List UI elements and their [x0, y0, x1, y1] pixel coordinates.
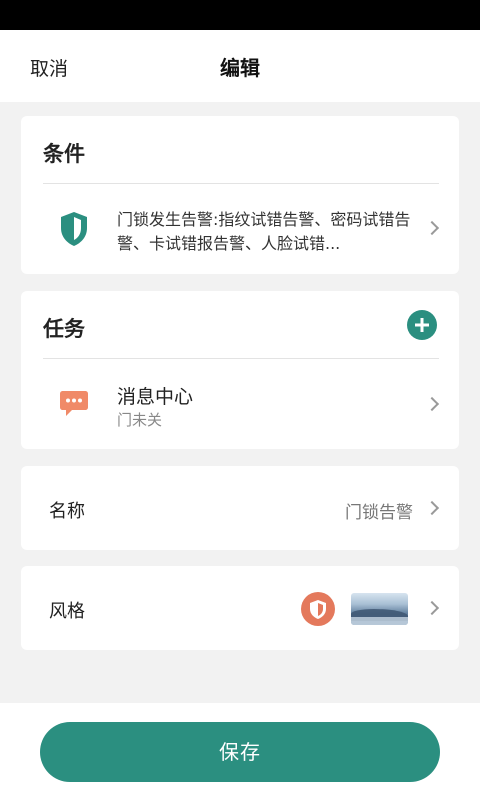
- condition-card: 条件 门锁发生告警:指纹试错告警、密码试错告警、卡试错报告警、人脸试错...: [21, 116, 459, 274]
- condition-section-title: 条件: [43, 142, 85, 166]
- name-row[interactable]: 名称 门锁告警: [21, 466, 459, 550]
- task-item-subtitle: 门未关: [117, 411, 163, 429]
- page-title: 编辑: [220, 56, 260, 80]
- landscape-thumbnail[interactable]: [351, 593, 408, 625]
- shield-icon: [61, 212, 87, 246]
- save-button[interactable]: 保存: [40, 722, 440, 782]
- name-label: 名称: [49, 501, 85, 522]
- divider: [43, 358, 439, 359]
- condition-description[interactable]: 门锁发生告警:指纹试错告警、密码试错告警、卡试错报告警、人脸试错...: [117, 208, 417, 256]
- nav-bar: 取消 编辑: [0, 30, 480, 102]
- task-card: 任务 消息中心 门未关: [21, 291, 459, 449]
- divider: [43, 183, 439, 184]
- style-row[interactable]: 风格: [21, 566, 459, 650]
- chevron-right-icon[interactable]: [424, 220, 440, 236]
- style-label: 风格: [49, 601, 85, 622]
- chevron-right-icon[interactable]: [424, 500, 440, 516]
- chevron-right-icon[interactable]: [424, 600, 440, 616]
- status-bar: [0, 0, 480, 30]
- shield-icon: [310, 600, 326, 619]
- style-badge[interactable]: [301, 592, 335, 626]
- chevron-right-icon[interactable]: [424, 396, 440, 412]
- thumbnail-mist: [351, 617, 408, 625]
- add-task-button[interactable]: [407, 310, 437, 340]
- chat-bubble-icon: [60, 391, 88, 416]
- task-item-title[interactable]: 消息中心: [117, 382, 193, 409]
- task-section-title: 任务: [43, 317, 85, 341]
- name-value: 门锁告警: [345, 503, 413, 523]
